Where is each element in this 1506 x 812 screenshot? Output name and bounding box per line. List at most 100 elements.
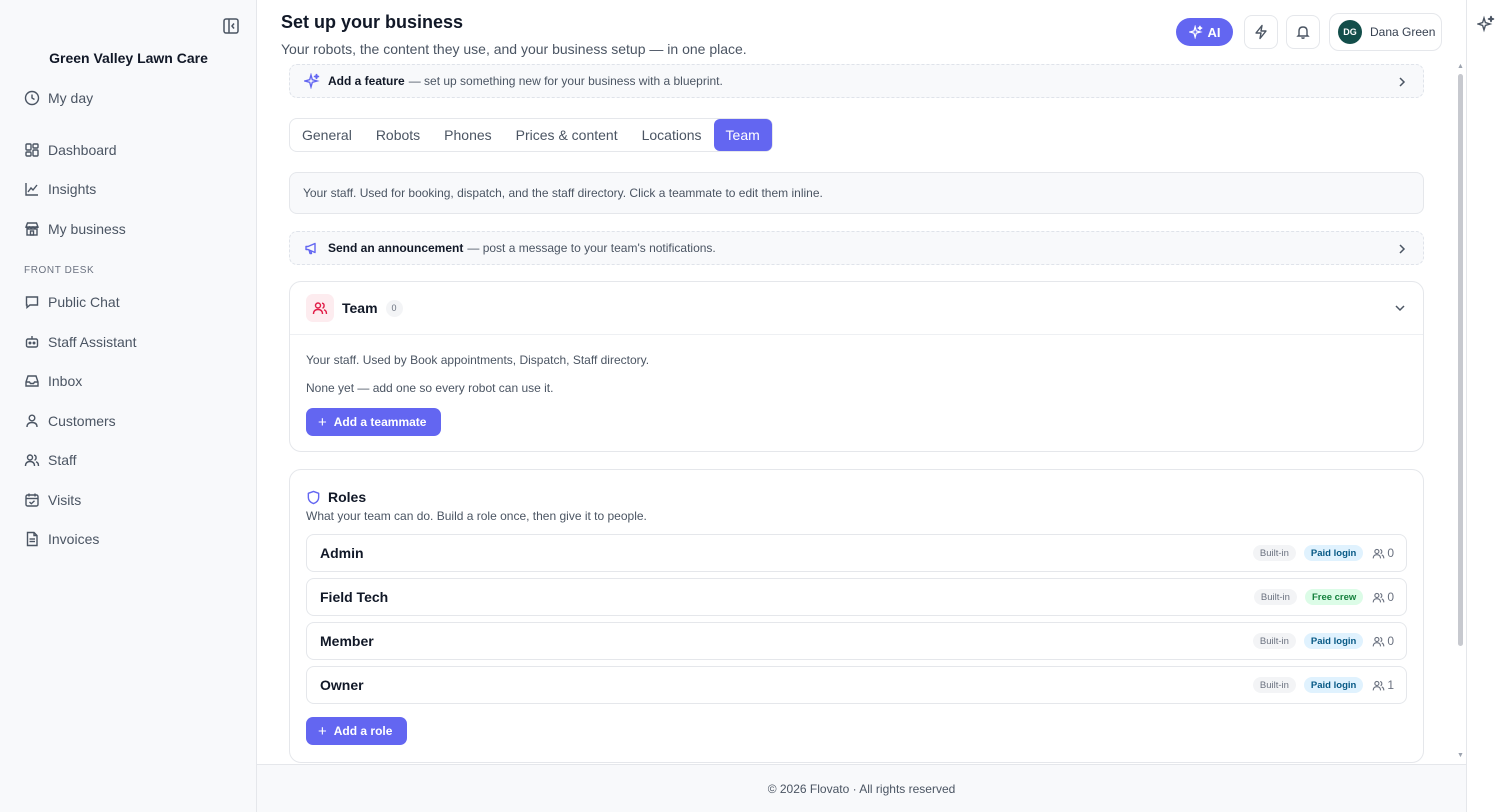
tab-general[interactable]: General — [290, 119, 364, 151]
shield-icon — [307, 490, 320, 504]
scrollbar-thumb[interactable] — [1458, 74, 1463, 646]
role-row-member[interactable]: Member Built-in Paid login 0 — [306, 622, 1407, 660]
document-icon — [26, 531, 38, 547]
sidebar-item-staff-assistant[interactable]: Staff Assistant — [24, 331, 136, 353]
notifications-button[interactable] — [1286, 15, 1320, 49]
inbox-icon — [25, 375, 39, 387]
chat-bubble-icon — [25, 296, 39, 309]
login-type-badge: Paid login — [1303, 633, 1364, 649]
announcement-banner[interactable]: Send an announcement — post a message to… — [289, 231, 1424, 265]
tab-phones[interactable]: Phones — [432, 119, 503, 151]
roles-description: What your team can do. Build a role once… — [306, 509, 647, 523]
sidebar-item-label: Customers — [48, 413, 116, 429]
member-count: 1 — [1372, 678, 1394, 692]
sidebar-item-customers[interactable]: Customers — [24, 410, 116, 432]
sidebar-item-label: My business — [48, 221, 126, 237]
business-name: Green Valley Lawn Care — [49, 50, 208, 66]
users-icon — [1372, 592, 1385, 602]
builtin-badge: Built-in — [1253, 589, 1297, 605]
scroll-up-arrow[interactable]: ▲ — [1457, 63, 1464, 70]
role-row-field-tech[interactable]: Field Tech Built-in Free crew 0 — [306, 578, 1407, 616]
role-name: Owner — [320, 677, 364, 693]
add-teammate-button[interactable]: + Add a teammate — [306, 408, 441, 436]
settings-tabs: General Robots Phones Prices & content L… — [289, 118, 773, 152]
role-name: Field Tech — [320, 589, 389, 605]
team-count-badge: 0 — [385, 299, 403, 317]
tab-prices-content[interactable]: Prices & content — [504, 119, 630, 151]
robot-icon — [25, 336, 39, 348]
builtin-badge: Built-in — [1252, 545, 1296, 561]
sidebar-item-label: Inbox — [48, 373, 83, 389]
megaphone-icon — [305, 242, 316, 255]
sidebar-item-label: Dashboard — [48, 142, 117, 158]
sidebar-item-insights[interactable]: Insights — [24, 178, 96, 200]
team-empty-state: None yet — add one so every robot can us… — [306, 381, 554, 395]
role-meta: Built-in Free crew 0 — [1246, 589, 1394, 605]
store-icon — [24, 222, 40, 236]
roles-card-title: Roles — [306, 489, 366, 505]
sidebar-item-label: Visits — [48, 492, 82, 508]
member-count-value: 0 — [1387, 634, 1394, 648]
clock-icon — [24, 90, 40, 106]
team-card-header[interactable]: Team 0 — [290, 282, 1423, 335]
tab-robots[interactable]: Robots — [364, 119, 432, 151]
info-text: Your staff. Used for booking, dispatch, … — [303, 186, 823, 200]
team-card-title: Team — [342, 300, 378, 316]
users-icon — [24, 454, 40, 467]
users-icon — [312, 302, 328, 315]
role-meta: Built-in Paid login 0 — [1245, 633, 1394, 649]
chevron-right-icon — [1399, 244, 1406, 254]
sidebar-item-inbox[interactable]: Inbox — [24, 370, 82, 392]
login-type-badge: Paid login — [1303, 545, 1364, 561]
users-icon — [1372, 636, 1385, 646]
sidebar-collapse-icon[interactable] — [222, 17, 240, 35]
footer: © 2026 Flovato · All rights reserved — [257, 764, 1466, 812]
ai-button[interactable]: AI — [1176, 18, 1233, 46]
sidebar-item-label: Invoices — [48, 531, 100, 547]
add-role-label: Add a role — [333, 724, 393, 738]
member-count: 0 — [1372, 546, 1394, 560]
sidebar-item-label: Staff Assistant — [48, 334, 137, 350]
add-teammate-label: Add a teammate — [333, 415, 427, 429]
chevron-down-icon[interactable] — [1393, 301, 1407, 315]
banner-title: Send an announcement — [328, 241, 464, 255]
page-subtitle: Your robots, the content they use, and y… — [281, 41, 747, 57]
sidebar-item-public-chat[interactable]: Public Chat — [24, 291, 120, 313]
sidebar-item-invoices[interactable]: Invoices — [24, 528, 99, 550]
role-meta: Built-in Paid login 0 — [1245, 545, 1394, 561]
sidebar-item-staff[interactable]: Staff — [24, 449, 77, 471]
team-description: Your staff. Used by Book appointments, D… — [306, 353, 650, 367]
banner-title: Add a feature — [328, 74, 405, 88]
footer-copyright: © 2026 Flovato · All rights reserved — [767, 781, 956, 796]
sparkle-icon — [1188, 25, 1203, 39]
member-count-value: 0 — [1387, 546, 1394, 560]
right-rail — [1466, 0, 1506, 812]
bell-icon — [1296, 26, 1310, 39]
tab-team[interactable]: Team — [713, 119, 772, 151]
add-feature-banner[interactable]: Add a feature — set up something new for… — [289, 64, 1424, 98]
sidebar-item-my-business[interactable]: My business — [24, 218, 126, 240]
team-badge — [306, 294, 334, 322]
chevron-right-icon — [1399, 77, 1406, 87]
sidebar-item-visits[interactable]: Visits — [24, 489, 81, 511]
login-type-badge: Free crew — [1304, 589, 1364, 605]
builtin-badge: Built-in — [1252, 677, 1296, 693]
plus-icon: + — [318, 722, 327, 740]
scroll-down-arrow[interactable]: ▼ — [1457, 752, 1464, 759]
users-icon — [1372, 548, 1385, 558]
lightning-icon — [1255, 24, 1267, 40]
sparkle-icon[interactable] — [1477, 15, 1495, 33]
sparkle-icon — [304, 73, 320, 89]
sidebar-item-dashboard[interactable]: Dashboard — [24, 139, 117, 161]
role-row-admin[interactable]: Admin Built-in Paid login 0 — [306, 534, 1407, 572]
tab-locations[interactable]: Locations — [630, 119, 714, 151]
quick-actions-button[interactable] — [1244, 15, 1278, 49]
role-meta: Built-in Paid login 1 — [1245, 677, 1394, 693]
add-role-button[interactable]: + Add a role — [306, 717, 407, 745]
plus-icon: + — [318, 413, 327, 431]
sidebar-item-my-day[interactable]: My day — [24, 87, 93, 109]
ai-button-label: AI — [1207, 24, 1221, 40]
user-name: Dana Green — [1370, 25, 1436, 39]
user-menu[interactable]: DG Dana Green — [1329, 13, 1442, 51]
role-row-owner[interactable]: Owner Built-in Paid login 1 — [306, 666, 1407, 704]
